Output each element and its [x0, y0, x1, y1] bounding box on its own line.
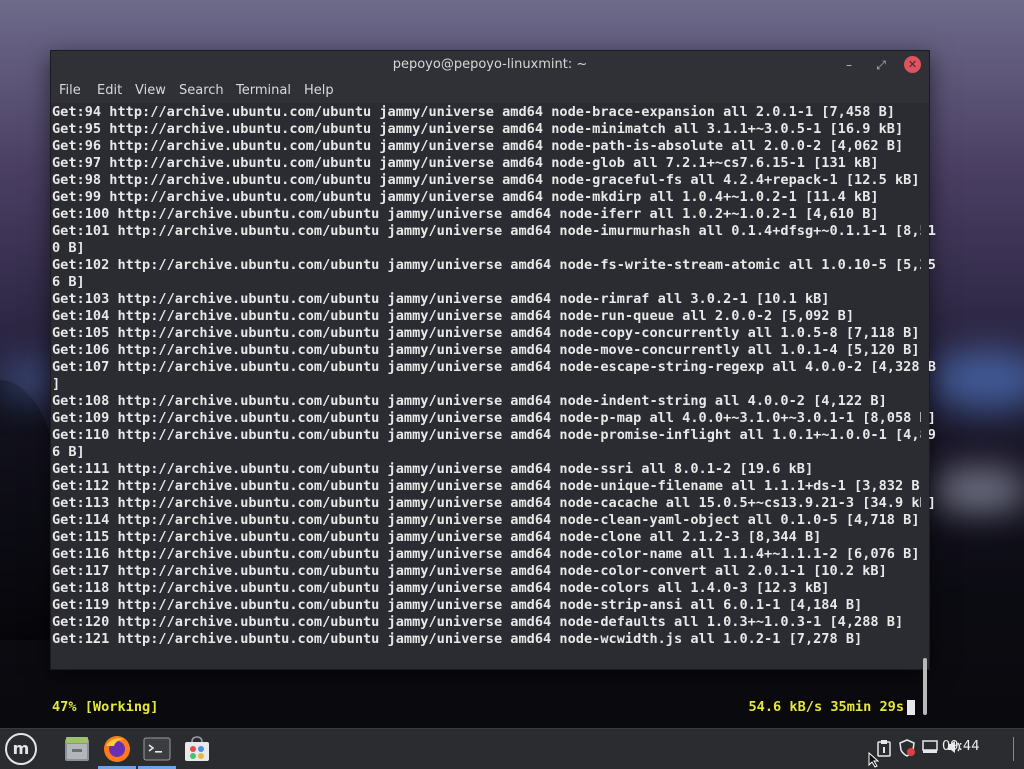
- terminal-line: Get:103 http://archive.ubuntu.com/ubuntu…: [52, 291, 830, 307]
- maximize-button[interactable]: ⤢: [873, 57, 889, 73]
- terminal-line: Get:108 http://archive.ubuntu.com/ubuntu…: [52, 393, 887, 409]
- menu-help[interactable]: Help: [304, 83, 334, 98]
- close-button[interactable]: ✕: [904, 56, 921, 73]
- terminal-line: Get:113 http://archive.ubuntu.com/ubuntu…: [52, 495, 936, 511]
- network-icon[interactable]: [922, 739, 938, 759]
- terminal-line: Get:110 http://archive.ubuntu.com/ubuntu…: [52, 427, 936, 443]
- software-manager-icon[interactable]: [182, 734, 212, 764]
- terminal-line: Get:100 http://archive.ubuntu.com/ubuntu…: [52, 206, 879, 222]
- terminal-line: Get:101 http://archive.ubuntu.com/ubuntu…: [52, 223, 936, 239]
- terminal-line: Get:114 http://archive.ubuntu.com/ubuntu…: [52, 512, 920, 528]
- show-desktop-button[interactable]: [1013, 737, 1018, 761]
- file-manager-icon[interactable]: [62, 734, 92, 764]
- window-title: pepoyo@pepoyo-linuxmint: ~: [392, 57, 588, 72]
- menu-terminal[interactable]: Terminal: [236, 83, 291, 98]
- terminal-line: Get:121 http://archive.ubuntu.com/ubuntu…: [52, 631, 863, 647]
- minimize-button[interactable]: –: [841, 57, 857, 73]
- terminal-window[interactable]: pepoyo@pepoyo-linuxmint: ~ – ⤢ ✕ File Ed…: [50, 50, 936, 715]
- scrollbar-thumb[interactable]: [923, 658, 927, 715]
- terminal-line: Get:95 http://archive.ubuntu.com/ubuntu …: [52, 121, 904, 137]
- terminal-line: Get:109 http://archive.ubuntu.com/ubuntu…: [52, 410, 936, 426]
- firefox-icon[interactable]: [102, 734, 132, 764]
- terminal-line: Get:120 http://archive.ubuntu.com/ubuntu…: [52, 614, 904, 630]
- menu-edit[interactable]: Edit: [97, 83, 122, 98]
- terminal-line: Get:106 http://archive.ubuntu.com/ubuntu…: [52, 342, 920, 358]
- terminal-line: Get:111 http://archive.ubuntu.com/ubuntu…: [52, 461, 814, 477]
- menubar: File Edit View Search Terminal Help: [51, 79, 929, 103]
- terminal-line: Get:99 http://archive.ubuntu.com/ubuntu …: [52, 189, 879, 205]
- terminal-line: Get:116 http://archive.ubuntu.com/ubuntu…: [52, 546, 920, 562]
- terminal-output[interactable]: Get:94 http://archive.ubuntu.com/ubuntu …: [51, 103, 936, 715]
- terminal-line: Get:105 http://archive.ubuntu.com/ubuntu…: [52, 325, 920, 341]
- shield-icon[interactable]: [898, 739, 916, 761]
- terminal-line: Get:104 http://archive.ubuntu.com/ubuntu…: [52, 308, 855, 324]
- clock[interactable]: 09:44: [942, 739, 979, 754]
- menu-file[interactable]: File: [59, 83, 81, 98]
- terminal-line: Get:94 http://archive.ubuntu.com/ubuntu …: [52, 104, 895, 120]
- progress-status-line: 47% [Working] 54.6 kB/s 35min 29s: [52, 699, 916, 716]
- terminal-line: Get:107 http://archive.ubuntu.com/ubuntu…: [52, 359, 936, 375]
- terminal-line: Get:118 http://archive.ubuntu.com/ubuntu…: [52, 580, 830, 596]
- wallpaper-bridge-glow: [930, 470, 1024, 510]
- terminal-line: Get:119 http://archive.ubuntu.com/ubuntu…: [52, 597, 863, 613]
- terminal-line: Get:102 http://archive.ubuntu.com/ubuntu…: [52, 257, 936, 273]
- mouse-pointer-icon: [868, 752, 880, 768]
- terminal-line: Get:115 http://archive.ubuntu.com/ubuntu…: [52, 529, 822, 545]
- terminal-line: Get:117 http://archive.ubuntu.com/ubuntu…: [52, 563, 887, 579]
- text-cursor: [907, 700, 915, 715]
- mint-logo-icon[interactable]: m: [5, 733, 37, 765]
- progress-status-right: 54.6 kB/s 35min 29s: [748, 699, 905, 715]
- terminal-line: Get:97 http://archive.ubuntu.com/ubuntu …: [52, 155, 879, 171]
- terminal-line: 6 B]: [52, 444, 85, 460]
- terminal-line: Get:96 http://archive.ubuntu.com/ubuntu …: [52, 138, 904, 154]
- terminal-line: ]: [52, 376, 61, 392]
- terminal-lines: Get:94 http://archive.ubuntu.com/ubuntu …: [52, 104, 936, 648]
- menu-view[interactable]: View: [135, 83, 166, 98]
- titlebar[interactable]: pepoyo@pepoyo-linuxmint: ~ – ⤢ ✕: [51, 51, 929, 79]
- terminal-line: Get:112 http://archive.ubuntu.com/ubuntu…: [52, 478, 928, 494]
- wallpaper-bridge-lights: [928, 350, 1024, 410]
- scrollbar[interactable]: [921, 103, 929, 715]
- terminal-icon[interactable]: [142, 734, 172, 764]
- terminal-line: Get:98 http://archive.ubuntu.com/ubuntu …: [52, 172, 920, 188]
- menu-search[interactable]: Search: [179, 83, 224, 98]
- terminal-line: 0 B]: [52, 240, 85, 256]
- progress-status-left: 47% [Working]: [52, 699, 159, 715]
- terminal-line: 6 B]: [52, 274, 85, 290]
